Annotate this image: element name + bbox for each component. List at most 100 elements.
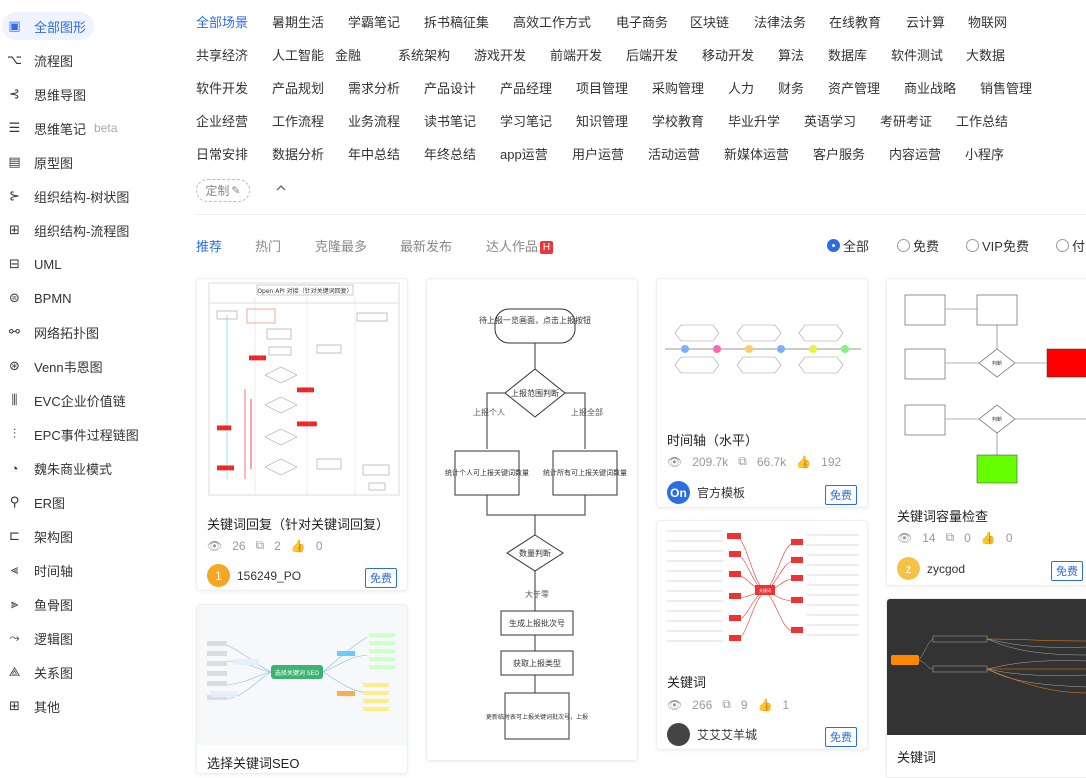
scene-tag[interactable]: 业务流程 — [348, 111, 400, 130]
scene-tag[interactable]: 企业经营 — [196, 111, 248, 130]
scene-tag[interactable]: 需求分析 — [348, 78, 400, 97]
scene-tag[interactable]: 法律法务 — [754, 12, 806, 31]
card-author[interactable]: z zycgod — [897, 557, 965, 580]
scene-tag[interactable]: 内容运营 — [889, 144, 941, 163]
tab-sort-3[interactable]: 最新发布 — [400, 236, 452, 255]
sidebar-item-9[interactable]: ⚯ 网络拓扑图 — [0, 318, 186, 346]
scene-tag[interactable]: 小程序 — [965, 144, 1004, 163]
scene-tag[interactable]: 产品设计 — [424, 78, 476, 97]
scene-tag[interactable]: 电子商务 — [616, 12, 668, 31]
sidebar-item-14[interactable]: ⚲ ER图 — [0, 488, 186, 516]
scene-tag[interactable]: 全部场景 — [196, 12, 248, 31]
scene-tag[interactable]: 采购管理 — [652, 78, 704, 97]
scene-tag[interactable]: 物联网 — [968, 12, 1007, 31]
scene-tag[interactable]: 软件开发 — [196, 78, 248, 97]
scene-tag[interactable]: 拆书稿征集 — [424, 12, 489, 31]
scene-tag[interactable]: 算法 — [778, 45, 804, 64]
scene-tag[interactable]: 读书笔记 — [424, 111, 476, 130]
scene-tag[interactable]: 人力 — [728, 78, 754, 97]
sidebar-item-19[interactable]: ⟁ 关系图 — [0, 658, 186, 686]
sidebar-item-2[interactable]: ⊰ 思维导图 — [0, 80, 186, 108]
filter-radio-3[interactable]: 付 — [1056, 236, 1085, 255]
scene-tag[interactable]: 暑期生活 — [272, 12, 324, 31]
scene-tag[interactable]: 高效工作方式 — [513, 12, 591, 31]
filter-radio-1[interactable]: 免费 — [897, 236, 939, 255]
scene-tag[interactable]: 客户服务 — [813, 144, 865, 163]
scene-tag[interactable]: 活动运营 — [648, 144, 700, 163]
scene-tag[interactable]: 前端开发 — [550, 45, 602, 64]
template-card[interactable]: 选择关键词 SEO 选择关键词SEO — [196, 604, 408, 774]
scene-tag[interactable]: 工作总结 — [956, 111, 1008, 130]
scene-tag[interactable]: 人工智能 — [272, 45, 324, 64]
scene-tag[interactable]: 项目管理 — [576, 78, 628, 97]
scene-tag[interactable]: 毕业升学 — [728, 111, 780, 130]
scene-tag[interactable]: 资产管理 — [828, 78, 880, 97]
sidebar-item-13[interactable]: ◔ 魏朱商业模式 — [0, 454, 186, 482]
tab-sort-0[interactable]: 推荐 — [196, 236, 222, 255]
scene-tag[interactable]: 财务 — [778, 78, 804, 97]
scene-tag[interactable]: 学霸笔记 — [348, 12, 400, 31]
template-card[interactable]: 判断 判断 关键词容量检查 👁 14 ⧉ 0 👍 0 z zycgod 免费 — [886, 278, 1086, 586]
scene-tag[interactable]: 商业战略 — [904, 78, 956, 97]
scene-tag[interactable]: 系统架构 — [398, 45, 450, 64]
scene-tag[interactable]: 共享经济 — [196, 45, 248, 64]
tab-sort-1[interactable]: 热门 — [255, 236, 281, 255]
scene-tag[interactable]: 英语学习 — [804, 111, 856, 130]
card-author[interactable]: On 官方模板 — [667, 481, 745, 504]
scene-tag[interactable]: 游戏开发 — [474, 45, 526, 64]
template-card[interactable]: 关键词 — [656, 520, 868, 750]
sidebar-item-15[interactable]: ⊏ 架构图 — [0, 522, 186, 550]
sidebar-item-3[interactable]: ☰ 思维笔记 beta — [0, 114, 186, 142]
scene-tag[interactable]: 考研考证 — [880, 111, 932, 130]
scene-tag[interactable]: 数据分析 — [272, 144, 324, 163]
scene-tag[interactable]: 产品经理 — [500, 78, 552, 97]
chevron-up-icon[interactable] — [276, 181, 286, 195]
scene-tag[interactable]: 软件测试 — [891, 45, 943, 64]
sidebar-item-4[interactable]: ▤ 原型图 — [0, 148, 186, 176]
filter-radio-0[interactable]: 全部 — [827, 236, 869, 255]
scene-tag[interactable]: 新媒体运营 — [724, 144, 789, 163]
sidebar-item-12[interactable]: ⫶ EPC事件过程链图 — [0, 420, 186, 448]
custom-button[interactable]: 定制 ✎ — [196, 179, 250, 202]
scene-tag[interactable]: 用户运营 — [572, 144, 624, 163]
scene-tag[interactable]: 云计算 — [906, 12, 945, 31]
sidebar-item-7[interactable]: ⊟ UML — [0, 250, 186, 278]
scene-tag[interactable]: 后端开发 — [626, 45, 678, 64]
scene-tag[interactable]: 学校教育 — [652, 111, 704, 130]
sidebar-item-10[interactable]: ⊛ Venn韦恩图 — [0, 352, 186, 380]
tab-sort-4[interactable]: 达人作品 H — [486, 236, 554, 255]
sidebar-item-18[interactable]: ⤳ 逻辑图 — [0, 624, 186, 652]
scene-tag[interactable]: 金融 — [335, 45, 361, 64]
tab-sort-2[interactable]: 克隆最多 — [315, 236, 367, 255]
scene-tag[interactable]: 大数据 — [966, 45, 1005, 64]
scene-tag[interactable]: 知识管理 — [576, 111, 628, 130]
scene-tag[interactable]: 工作流程 — [272, 111, 324, 130]
scene-tag[interactable]: 数据库 — [828, 45, 867, 64]
scene-tag[interactable]: 学习笔记 — [500, 111, 552, 130]
sidebar-item-20[interactable]: ⊞ 其他 — [0, 692, 186, 720]
filter-radio-2[interactable]: VIP免费 — [966, 236, 1029, 255]
template-card[interactable]: 待上报一览画面，点击上报按钮 上报范围判断 上报个人 上报全部 统计个人可上报关… — [426, 278, 638, 761]
card-author[interactable]: 1 156249_PO — [207, 564, 301, 587]
sidebar-item-6[interactable]: ⊞ 组织结构-流程图 — [0, 216, 186, 244]
template-card[interactable]: 关键词 — [886, 598, 1086, 778]
scene-tag[interactable]: 在线教育 — [829, 12, 881, 31]
card-author[interactable]: 艾艾艾羊城 — [667, 723, 757, 746]
scene-tag[interactable]: 区块链 — [690, 12, 729, 31]
sidebar-item-5[interactable]: ⊱ 组织结构-树状图 — [0, 182, 186, 210]
scene-tag[interactable]: 年中总结 — [348, 144, 400, 163]
scene-tag[interactable]: 日常安排 — [196, 144, 248, 163]
sidebar-item-0[interactable]: ▣ 全部图形 — [2, 12, 94, 40]
scene-tag[interactable]: 销售管理 — [980, 78, 1032, 97]
scene-tag[interactable]: 产品规划 — [272, 78, 324, 97]
sidebar-item-8[interactable]: ⊜ BPMN — [0, 284, 186, 312]
scene-tag[interactable]: 年终总结 — [424, 144, 476, 163]
scene-tag[interactable]: 移动开发 — [702, 45, 754, 64]
scene-tag[interactable]: app运营 — [500, 144, 548, 163]
template-card[interactable]: Open API 对接（针对关键词回复） ██████ ██████ █████… — [196, 278, 408, 591]
template-card[interactable]: 时间轴（水平） 👁 209.7k ⧉ 66.7k 👍 192 On 官方模板 免费 — [656, 278, 868, 508]
sidebar-item-11[interactable]: ⫼ EVC企业价值链 — [0, 386, 186, 414]
sidebar-item-1[interactable]: ⌥ 流程图 — [0, 46, 186, 74]
sidebar-item-17[interactable]: ⫸ 鱼骨图 — [0, 590, 186, 618]
sidebar-item-16[interactable]: ⫷ 时间轴 — [0, 556, 186, 584]
